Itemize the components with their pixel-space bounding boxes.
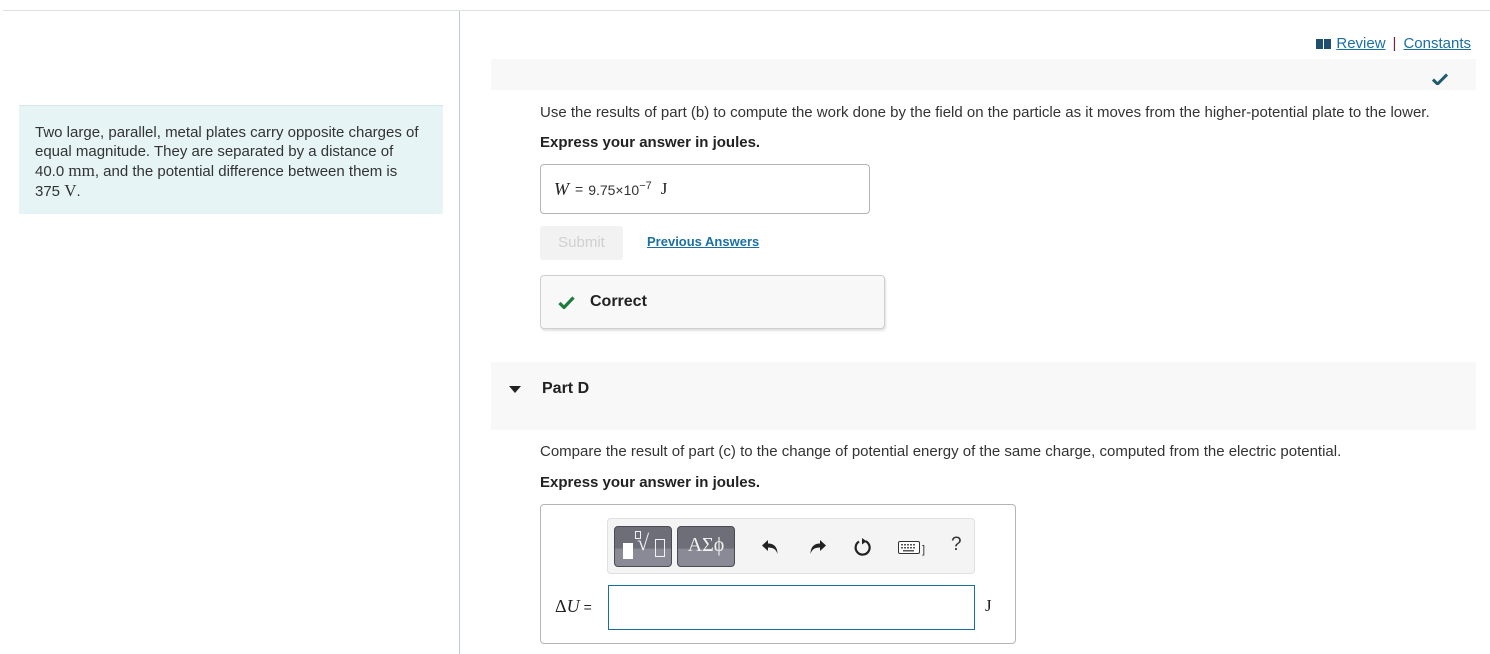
resource-links: Review | Constants [1316,35,1471,52]
part-c-question: Use the results of part (b) to compute t… [540,104,1430,121]
checkmark-icon [1432,73,1448,85]
u-variable: U [566,596,580,616]
delta-symbol: Δ [555,596,567,616]
part-d-question: Compare the result of part (c) to the ch… [540,443,1342,460]
part-c-answer-display: W = 9.75×10−7 J [540,164,870,214]
part-c-header[interactable] [491,59,1476,90]
keyboard-icon[interactable]: ] [898,540,928,556]
voltage-unit: V [64,181,77,200]
delta-u-input[interactable] [608,585,975,630]
part-d-header[interactable] [491,362,1476,430]
redo-icon[interactable] [806,536,828,558]
answer-exponent: −7 [639,180,652,192]
greek-symbols-button[interactable]: ΑΣϕ [677,526,735,567]
answer-value: 9.75×10−7 [588,180,652,198]
problem-text: Two large, parallel, metal plates carry … [35,124,419,160]
column-divider [459,11,460,654]
distance-value: 40.0 [35,163,65,180]
distance-unit: mm [68,161,95,180]
answer-equals: = [575,181,584,197]
templates-root-icon [623,543,633,559]
delta-u-unit: J [985,596,992,615]
reset-icon[interactable] [852,536,874,558]
templates-button[interactable]: √ [614,526,672,567]
part-c-instruction: Express your answer in joules. [540,134,761,151]
label-equals: = [583,599,592,615]
green-check-icon [558,295,575,309]
voltage-value: 375 [35,183,61,200]
radical-sign: √ [637,530,650,555]
caret-down-icon[interactable] [509,386,521,393]
feedback-box: Correct [540,275,885,329]
radicand-box [655,539,665,557]
problem-text-end: . [76,183,81,200]
book-icon [1316,38,1333,50]
math-toolbar: √ ΑΣϕ ] ? [607,518,975,574]
constants-link[interactable]: Constants [1403,35,1471,52]
review-link[interactable]: Review [1336,35,1385,52]
previous-answers-link[interactable]: Previous Answers [647,234,759,249]
problem-statement: Two large, parallel, metal plates carry … [19,105,443,214]
submit-button[interactable]: Submit [540,226,623,260]
undo-icon[interactable] [760,536,782,558]
problem-text-2: , and the potential difference between t… [94,163,398,180]
part-d-instruction: Express your answer in joules. [540,474,761,491]
answer-mantissa: 9.75×10 [588,182,640,198]
part-d-title[interactable]: Part D [542,380,589,398]
feedback-text: Correct [590,293,647,310]
answer-unit: J [660,179,668,198]
keyboard-suffix: ] [922,544,925,556]
top-divider [3,10,1490,11]
link-separator: | [1392,35,1397,52]
answer-variable: W [554,178,569,199]
delta-u-label: ΔU = [555,596,592,617]
help-button[interactable]: ? [951,534,962,556]
